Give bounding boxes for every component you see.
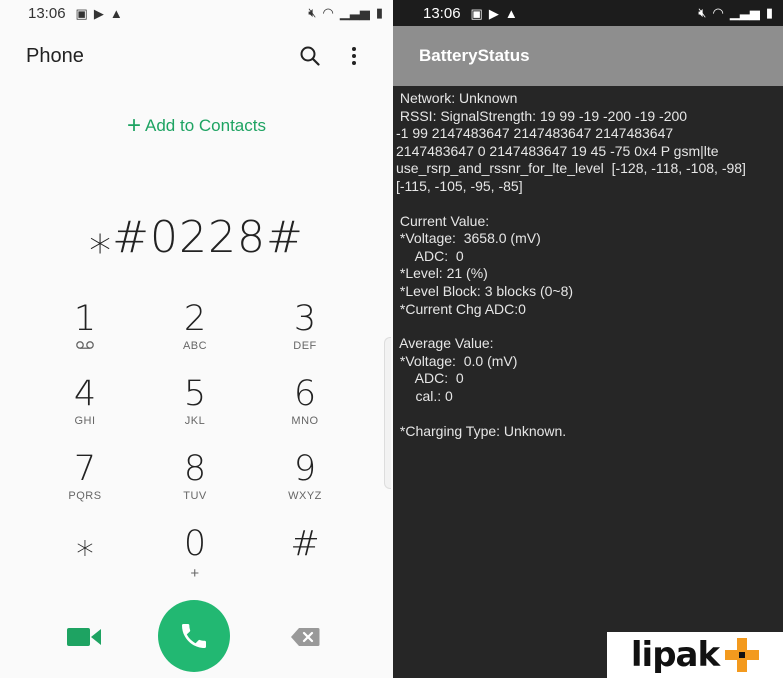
key-letters: PQRS — [68, 490, 102, 502]
phone-dialer-screen: 13:06 ▣ ▶ ▲ 🔇︎ ◠ ▁▃▅ ▮ Phone + Add to Con… — [0, 0, 393, 678]
mute-icon: 🔇︎ — [698, 5, 707, 20]
key-star[interactable]: ⁎ — [30, 525, 140, 600]
info-line: *Voltage: 0.0 (mV) — [396, 352, 518, 369]
key-7[interactable]: 7 PQRS — [30, 450, 140, 525]
key-8[interactable]: 8 TUV — [140, 450, 250, 525]
info-line: *Current Chg ADC:0 — [396, 300, 526, 317]
key-letters: DEF — [293, 340, 317, 352]
info-line: ADC: 0 — [396, 370, 464, 387]
battery-status-screen: 13:06 ▣ ▶ ▲ 🔇︎ ◠ ▁▃▅ ▮ BatteryStatus Net… — [393, 0, 783, 678]
watermark-logo: lipak — [607, 632, 783, 678]
key-0[interactable]: 0 + — [140, 525, 250, 600]
video-call-icon[interactable] — [67, 626, 101, 648]
info-line: RSSI: SignalStrength: 19 99 -19 -200 -19… — [396, 107, 688, 124]
edge-panel-handle[interactable] — [384, 337, 391, 489]
warning-icon: ▲ — [109, 5, 123, 21]
key-digit: # — [290, 524, 320, 564]
key-digit: 5 — [183, 374, 207, 414]
status-bar: 13:06 ▣ ▶ ▲ 🔇︎ ◠ ▁▃▅ ▮ — [0, 0, 393, 26]
mute-icon: 🔇︎ — [308, 5, 317, 20]
key-letters: ABC — [182, 340, 208, 352]
play-store-notification-icon: ▶ — [93, 5, 104, 21]
info-line: *Level Block: 3 blocks (0~8) — [396, 282, 574, 299]
dial-keypad: 1 2 ABC 3 DEF 4 GHI 5 JKL 6 MNO 7 PQRS 8… — [30, 300, 360, 600]
key-5[interactable]: 5 JKL — [140, 375, 250, 450]
info-line: cal.: 0 — [396, 387, 453, 404]
key-digit: 2 — [183, 299, 207, 339]
battery-info-text: Network: Unknown RSSI: SignalStrength: 1… — [393, 86, 783, 440]
info-line: *Level: 21 (%) — [396, 265, 488, 282]
voicemail-icon — [75, 340, 95, 354]
key-digit: 7 — [73, 449, 97, 489]
backspace-icon[interactable] — [290, 627, 320, 647]
status-time: 13:06 — [423, 4, 461, 22]
info-line: Average Value: — [396, 335, 494, 352]
app-bar: Phone — [0, 26, 393, 86]
info-line: ADC: 0 — [396, 247, 464, 264]
phone-icon — [182, 624, 206, 648]
key-digit: 0 — [183, 524, 207, 564]
key-digit: 4 — [73, 374, 97, 414]
status-bar: 13:06 ▣ ▶ ▲ 🔇︎ ◠ ▁▃▅ ▮ — [393, 0, 783, 26]
add-to-contacts-label: Add to Contacts — [145, 116, 266, 135]
search-icon[interactable] — [299, 45, 321, 67]
key-digit: 1 — [73, 299, 97, 339]
key-digit: 3 — [293, 299, 317, 339]
more-options-icon[interactable] — [343, 45, 365, 67]
info-line: -1 99 2147483647 2147483647 2147483647 — [396, 125, 674, 142]
key-digit: 8 — [183, 449, 207, 489]
signal-icon: ▁▃▅ — [729, 5, 760, 20]
key-hash[interactable]: # — [250, 525, 360, 600]
app-bar: BatteryStatus — [393, 26, 783, 86]
key-3[interactable]: 3 DEF — [250, 300, 360, 375]
wifi-icon: ◠ — [322, 5, 334, 20]
key-1[interactable]: 1 — [30, 300, 140, 375]
dialer-actions — [0, 600, 393, 672]
status-time: 13:06 — [28, 4, 66, 22]
app-title: BatteryStatus — [419, 46, 530, 65]
plus-icon: + — [127, 112, 142, 139]
key-6[interactable]: 6 MNO — [250, 375, 360, 450]
info-line: *Charging Type: Unknown. — [396, 422, 567, 439]
info-line: *Voltage: 3658.0 (mV) — [396, 230, 541, 247]
battery-icon: ▮ — [765, 5, 773, 20]
key-9[interactable]: 9 WXYZ — [250, 450, 360, 525]
info-line: Current Value: — [396, 212, 490, 229]
gallery-notification-icon: ▣ — [470, 5, 483, 21]
gallery-notification-icon: ▣ — [75, 5, 88, 21]
add-to-contacts-button[interactable]: + Add to Contacts — [0, 112, 393, 140]
key-digit: ⁎ — [76, 524, 94, 564]
key-letters: GHI — [74, 415, 96, 427]
key-letters: + — [190, 565, 200, 582]
key-2[interactable]: 2 ABC — [140, 300, 250, 375]
signal-icon: ▁▃▅ — [339, 5, 370, 20]
info-line: 2147483647 0 2147483647 19 45 -75 0x4 P … — [396, 142, 719, 159]
app-title: Phone — [26, 44, 84, 67]
info-line: Network: Unknown — [396, 90, 518, 106]
dialed-number-display: ⁎#0228# — [89, 212, 304, 263]
watermark-text: lipak — [630, 635, 720, 675]
key-letters: WXYZ — [288, 490, 322, 502]
wifi-icon: ◠ — [712, 5, 724, 20]
key-letters: TUV — [183, 490, 207, 502]
call-button[interactable] — [158, 600, 230, 672]
key-letters: MNO — [291, 415, 319, 427]
key-digit: 6 — [293, 374, 317, 414]
play-store-notification-icon: ▶ — [488, 5, 499, 21]
info-line: [-115, -105, -95, -85] — [396, 177, 523, 194]
battery-icon: ▮ — [375, 5, 383, 20]
logo-mark-icon — [725, 638, 760, 672]
warning-icon: ▲ — [504, 5, 518, 21]
info-line: use_rsrp_and_rssnr_for_lte_level [-128, … — [396, 160, 746, 177]
key-letters: JKL — [184, 415, 206, 427]
key-digit: 9 — [293, 449, 317, 489]
key-4[interactable]: 4 GHI — [30, 375, 140, 450]
